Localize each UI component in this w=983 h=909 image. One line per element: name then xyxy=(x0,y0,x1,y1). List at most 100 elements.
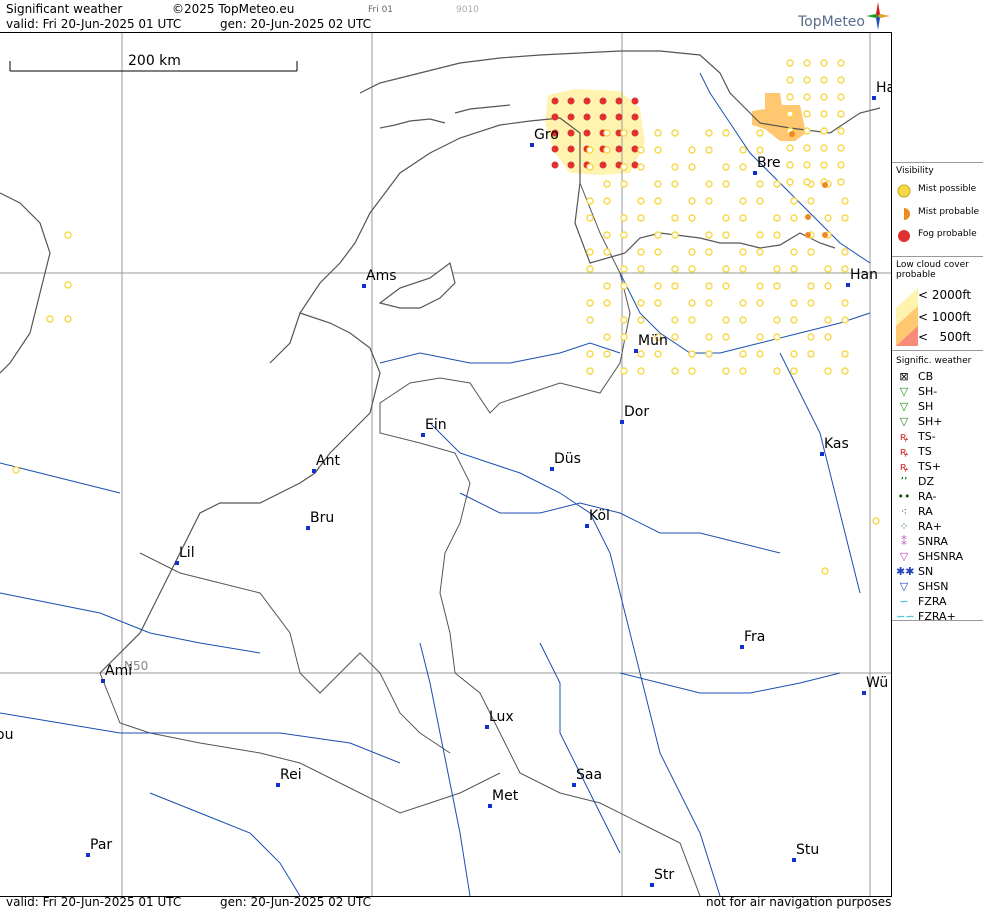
drizzle-icon: ’’ xyxy=(900,475,908,488)
mist-possible-icon xyxy=(803,93,811,101)
mist-possible-icon xyxy=(620,231,628,239)
mist-possible-icon xyxy=(803,127,811,135)
mist-possible-icon xyxy=(820,59,828,67)
city-marker-icon xyxy=(488,804,492,808)
sigwx-label: SH xyxy=(918,400,934,413)
fog-probable-icon xyxy=(567,145,575,153)
mist-possible-icon xyxy=(837,144,845,152)
city-marker-icon xyxy=(634,349,638,353)
city-marker-icon xyxy=(530,143,534,147)
mist-possible-icon xyxy=(705,299,713,307)
city-name: Mün xyxy=(638,333,668,349)
mist-possible-icon xyxy=(637,316,645,324)
sigwx-label: SN xyxy=(918,565,934,578)
mist-possible-icon xyxy=(739,299,747,307)
copyright: ©2025 TopMeteo.eu xyxy=(172,2,295,16)
city-name: Fra xyxy=(744,629,766,645)
mist-possible-icon xyxy=(603,180,611,188)
mist-possible-icon xyxy=(756,146,764,154)
city-marker-icon xyxy=(312,469,316,473)
mist-possible-icon xyxy=(637,350,645,358)
cloud-title: Low cloud cover probable xyxy=(896,260,969,280)
mist-possible-icon xyxy=(688,197,696,205)
chart-code: 9010 xyxy=(456,5,479,15)
mist-possible-icon xyxy=(841,248,849,256)
snow-rain-shower-icon: ▽ xyxy=(899,550,909,563)
mist-possible-icon xyxy=(620,129,628,137)
mist-possible-icon xyxy=(841,299,849,307)
sigwx-label: SH+ xyxy=(918,415,943,428)
city-name: Wü xyxy=(866,675,889,691)
mist-possible-icon xyxy=(824,333,832,341)
city-name: Ein xyxy=(425,417,447,433)
fog-probable-icon xyxy=(615,145,623,153)
mist-possible-icon xyxy=(671,129,679,137)
mist-possible-icon xyxy=(841,316,849,324)
fog-probable-icon xyxy=(567,129,575,137)
mist-possible-icon xyxy=(688,367,696,375)
mist-possible-icon xyxy=(637,299,645,307)
mist-possible-icon xyxy=(620,265,628,273)
shower-icon: ▽ xyxy=(899,400,909,413)
mist-possible-icon xyxy=(722,163,730,171)
sigwx-label: DZ xyxy=(918,475,935,488)
mist-possible-icon xyxy=(603,333,611,341)
snow-icon: ✱✱ xyxy=(896,565,915,578)
sigwx-label: TS- xyxy=(918,430,936,443)
city-name: Par xyxy=(90,837,113,853)
fog-probable-icon xyxy=(551,145,559,153)
mist-possible-icon xyxy=(722,333,730,341)
mist-possible-icon xyxy=(821,567,829,575)
fog-probable-icon xyxy=(583,113,591,121)
mist-possible-icon xyxy=(739,163,747,171)
mist-possible-icon xyxy=(688,248,696,256)
mist-possible-icon xyxy=(790,316,798,324)
mist-possible-icon xyxy=(773,333,781,341)
mist-possible-icon xyxy=(705,197,713,205)
city-marker-icon xyxy=(862,691,866,695)
mist-possible-icon xyxy=(12,466,20,474)
mist-possible-icon xyxy=(671,231,679,239)
snow-rain-icon: ⁑ xyxy=(901,535,907,548)
mist-possible-icon xyxy=(739,248,747,256)
city-name: Ams xyxy=(366,268,397,284)
city-name: Lil xyxy=(179,545,195,561)
mist-possible-icon xyxy=(756,350,764,358)
mist-possible-icon xyxy=(688,265,696,273)
sigwx-label: RA xyxy=(918,505,933,518)
footer-valid: valid: Fri 20-Jun-2025 01 UTC xyxy=(6,895,182,909)
sigwx-label: SH- xyxy=(918,385,938,398)
mist-possible-icon xyxy=(773,282,781,290)
mist-possible-icon xyxy=(654,146,662,154)
mist-possible-icon xyxy=(824,316,832,324)
city-marker-icon xyxy=(846,283,850,287)
mist-possible-icon xyxy=(807,299,815,307)
mist-possible-icon xyxy=(790,214,798,222)
city-name: Lux xyxy=(489,709,514,725)
mist-possible-icon xyxy=(705,350,713,358)
mist-possible-icon xyxy=(722,231,730,239)
generated-time: gen: 20-Jun-2025 02 UTC xyxy=(220,17,372,31)
mist-possible-icon xyxy=(756,197,764,205)
mist-possible-icon xyxy=(820,76,828,84)
fog-probable-icon xyxy=(599,97,607,105)
city-marker-icon xyxy=(421,433,425,437)
mist-possible-icon xyxy=(722,129,730,137)
freezing-rain-icon: ∽ xyxy=(899,595,909,608)
city-marker-icon xyxy=(485,725,489,729)
fog-probable-icon xyxy=(615,97,623,105)
city-name: Bru xyxy=(310,510,335,526)
mist-possible-icon xyxy=(820,93,828,101)
city-name: Düs xyxy=(554,451,581,467)
mist-possible-icon xyxy=(705,146,713,154)
mist-possible-icon xyxy=(790,367,798,375)
mist-possible-icon xyxy=(654,248,662,256)
mist-possible-icon xyxy=(671,163,679,171)
mist-possible-icon xyxy=(773,316,781,324)
rain-icon: ⁖ xyxy=(900,505,908,518)
mist-possible-icon xyxy=(64,281,72,289)
mist-possible-icon xyxy=(722,265,730,273)
mist-possible-icon xyxy=(705,333,713,341)
mist-possible-icon xyxy=(586,299,594,307)
mist-possible-icon xyxy=(586,248,594,256)
